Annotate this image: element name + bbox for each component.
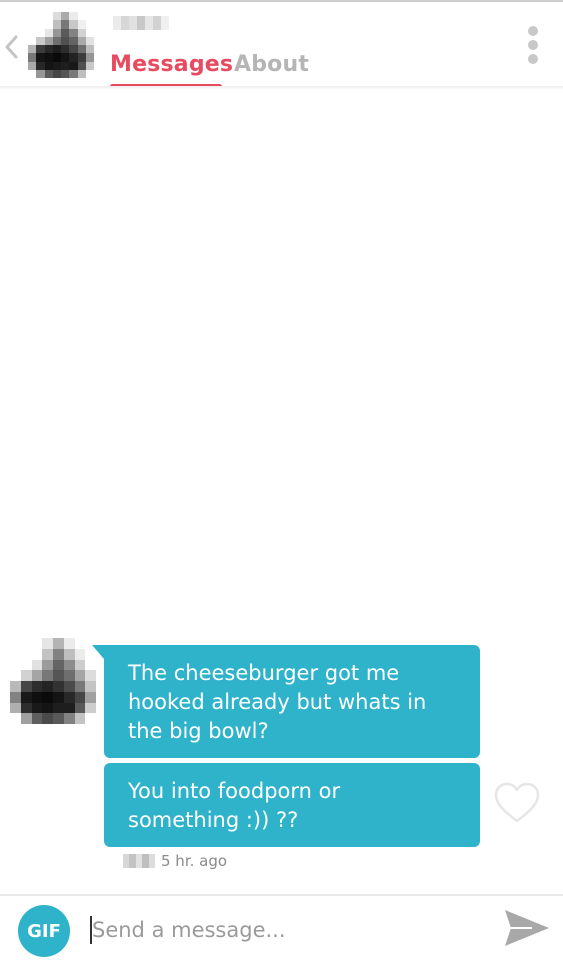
chat-header: Messages About (0, 2, 563, 89)
bubble-tail (92, 645, 104, 659)
sender-avatar[interactable] (10, 638, 96, 724)
message-input[interactable] (92, 910, 472, 950)
back-button[interactable] (2, 32, 22, 62)
match-avatar[interactable] (28, 12, 94, 78)
message-meta: 5 hr. ago (123, 851, 227, 871)
message-composer: GIF (0, 896, 563, 964)
like-message-button[interactable] (494, 782, 540, 824)
heart-outline-icon (494, 782, 540, 823)
send-button[interactable] (502, 906, 552, 950)
message-bubble[interactable]: You into foodporn or something :)) ?? (104, 763, 480, 847)
read-receipt-blur (123, 854, 155, 868)
message-timestamp: 5 hr. ago (161, 852, 228, 870)
more-menu-button[interactable] (524, 26, 542, 70)
chevron-left-icon (5, 35, 18, 59)
more-vertical-icon (524, 26, 542, 64)
tab-about[interactable]: About (234, 52, 309, 77)
message-bubble[interactable]: The cheeseburger got me hooked already b… (104, 645, 480, 758)
gif-button[interactable]: GIF (18, 905, 70, 957)
send-icon (505, 910, 549, 946)
tab-messages[interactable]: Messages (110, 52, 233, 77)
match-name (113, 16, 169, 30)
